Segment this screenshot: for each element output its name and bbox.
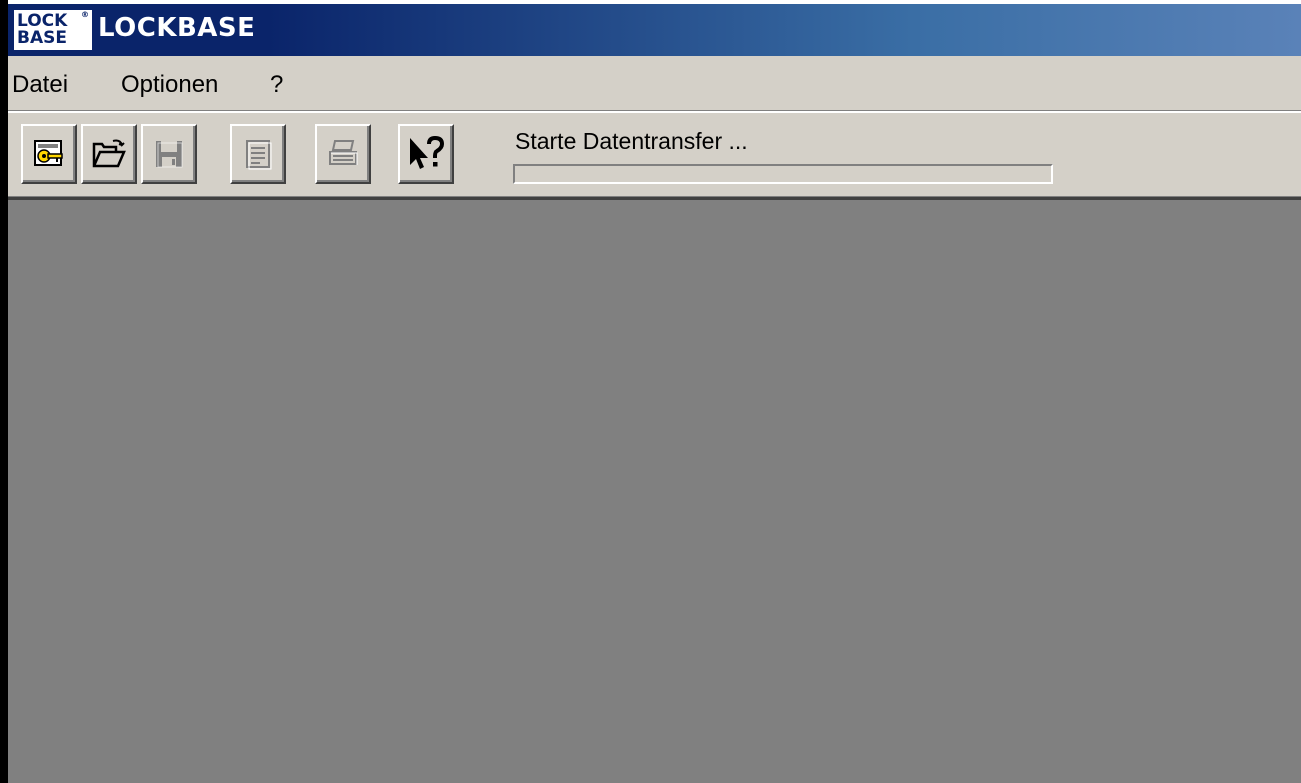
app-logo: LOCK BASE ® — [14, 10, 92, 50]
key-card-icon — [34, 140, 63, 166]
toolbar: Starte Datentransfer ... — [8, 113, 1301, 196]
context-help-icon — [410, 135, 445, 169]
logo-line-2: BASE — [17, 28, 67, 48]
logo-registered-mark: ® — [81, 10, 89, 19]
document-button[interactable] — [230, 124, 286, 184]
save-button[interactable] — [141, 124, 197, 184]
window-title: LOCKBASE — [98, 13, 256, 43]
app-window: LOCK BASE ® LOCKBASE Datei Optionen ? St… — [0, 0, 1301, 783]
window-left-border — [0, 0, 8, 783]
mdi-client-area[interactable] — [8, 200, 1301, 783]
document-list-icon — [246, 140, 272, 170]
title-bar[interactable]: LOCK BASE ® LOCKBASE — [8, 4, 1301, 56]
open-folder-icon — [92, 139, 126, 168]
print-icon — [329, 140, 358, 165]
context-help-button[interactable] — [398, 124, 454, 184]
open-button[interactable] — [81, 124, 137, 184]
print-button[interactable] — [315, 124, 371, 184]
transfer-progress-bar — [513, 164, 1053, 184]
menu-help[interactable]: ? — [270, 71, 283, 99]
key-card-button[interactable] — [21, 124, 77, 184]
save-disk-icon — [156, 141, 183, 168]
menu-optionen[interactable]: Optionen — [121, 71, 218, 99]
status-text: Starte Datentransfer ... — [515, 128, 748, 154]
menu-bar: Datei Optionen ? — [8, 56, 1301, 111]
menu-datei[interactable]: Datei — [12, 71, 68, 99]
